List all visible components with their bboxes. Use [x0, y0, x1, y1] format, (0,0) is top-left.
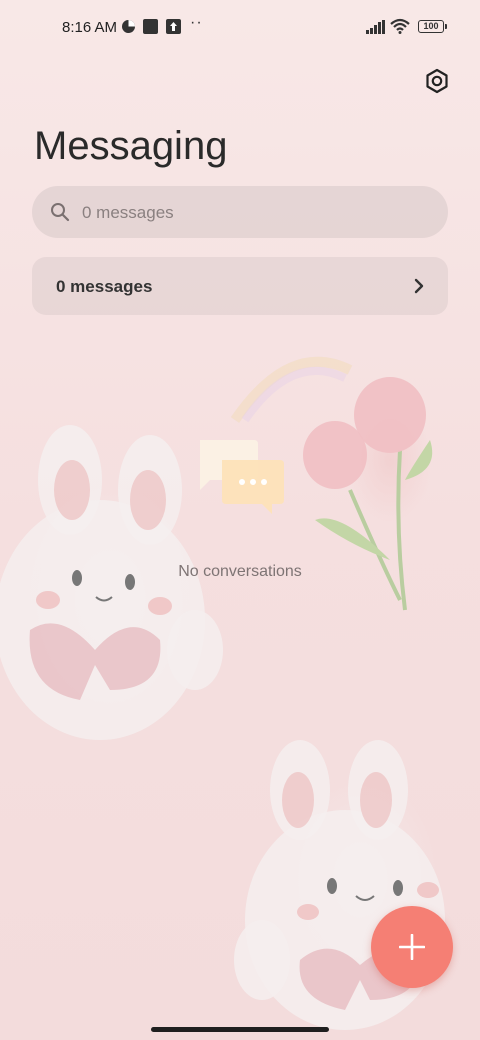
status-bar: 8:16 AM ·· 100 — [0, 0, 480, 56]
gear-icon — [426, 68, 448, 94]
chat-bubbles-icon — [196, 438, 284, 516]
plus-icon — [399, 934, 425, 960]
search-input[interactable]: 0 messages — [82, 203, 174, 223]
data-saver-icon — [121, 19, 136, 39]
search-bar[interactable]: 0 messages — [32, 186, 448, 238]
settings-button[interactable] — [422, 66, 452, 96]
messages-summary-row[interactable]: 0 messages — [32, 257, 448, 315]
app-notification-icon — [143, 19, 158, 39]
signal-icon — [366, 20, 386, 39]
home-indicator[interactable] — [151, 1027, 329, 1032]
page-title: Messaging — [34, 124, 228, 168]
upload-notification-icon — [166, 19, 181, 39]
messages-count-label: 0 messages — [56, 277, 153, 296]
empty-state-message: No conversations — [178, 563, 302, 580]
wifi-icon — [390, 18, 410, 39]
chevron-right-icon — [414, 278, 424, 299]
new-conversation-button[interactable] — [371, 906, 453, 988]
status-time: 8:16 AM — [62, 19, 118, 36]
search-icon — [50, 202, 70, 227]
battery-icon: 100 — [418, 20, 447, 33]
more-notifications-indicator: ·· — [190, 14, 203, 31]
